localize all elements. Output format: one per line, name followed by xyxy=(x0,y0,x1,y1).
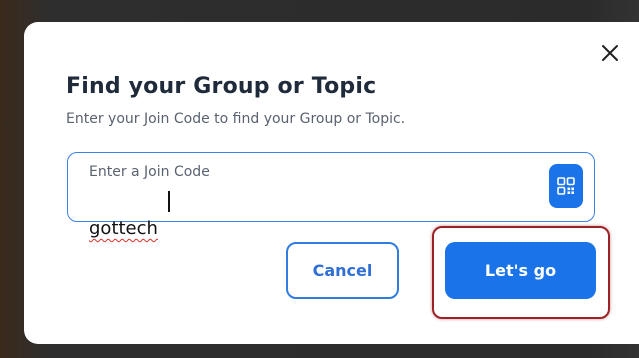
cancel-button[interactable]: Cancel xyxy=(286,242,399,299)
text-caret xyxy=(168,191,170,212)
qr-code-icon xyxy=(557,177,575,195)
lets-go-button[interactable]: Let's go xyxy=(445,242,596,299)
dialog-title: Find your Group or Topic xyxy=(66,74,377,99)
dialog-subtitle: Enter your Join Code to find your Group … xyxy=(66,111,406,127)
close-button[interactable] xyxy=(599,42,621,64)
qr-scan-button[interactable] xyxy=(549,164,583,208)
join-code-value: gottech xyxy=(89,218,158,239)
close-icon xyxy=(602,45,618,61)
join-code-dialog: Find your Group or Topic Enter your Join… xyxy=(24,22,639,344)
join-code-input[interactable]: gottech xyxy=(68,183,538,239)
join-code-label: Enter a Join Code xyxy=(89,164,210,180)
join-code-field[interactable]: Enter a Join Code gottech xyxy=(67,152,595,239)
